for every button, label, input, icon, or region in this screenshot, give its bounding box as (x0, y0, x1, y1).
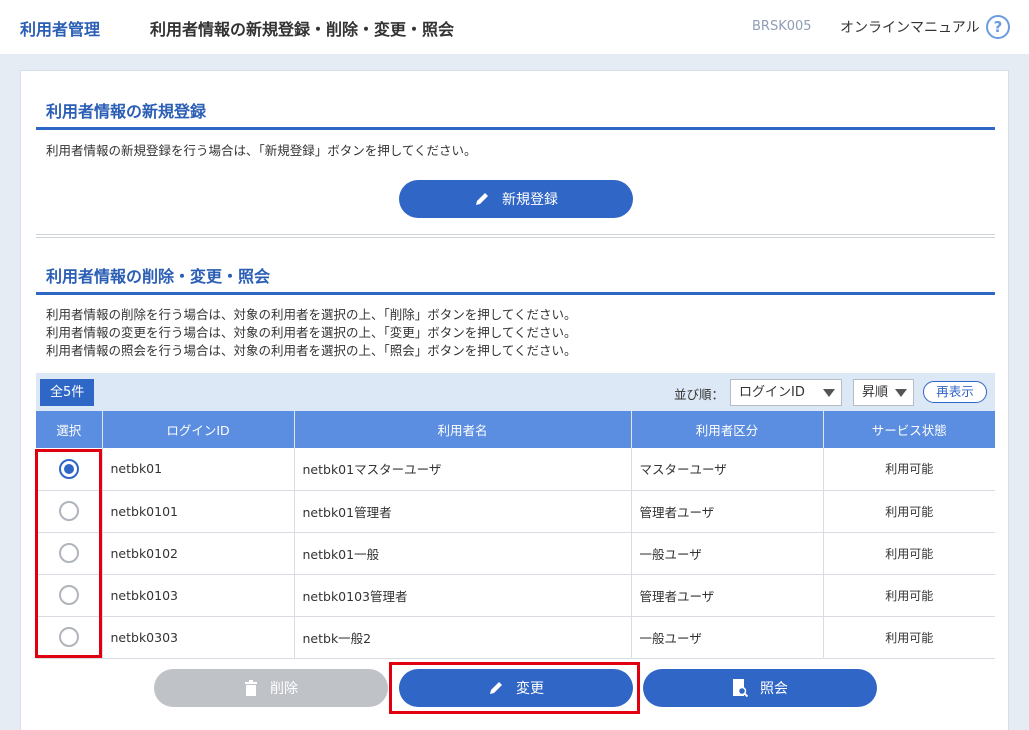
user-type-cell: 一般ユーザ (631, 616, 824, 659)
select-cell (36, 532, 103, 575)
section-divider (36, 234, 995, 238)
user-table: 選択 ログインID 利用者名 利用者区分 サービス状態 netbk01 netb… (36, 411, 995, 659)
sort-field-select[interactable]: ログインID (730, 379, 842, 406)
table-header-row: 選択 ログインID 利用者名 利用者区分 サービス状態 (36, 411, 995, 448)
col-header-select: 選択 (36, 411, 103, 448)
col-header-user-type: 利用者区分 (631, 411, 824, 448)
select-radio[interactable] (58, 585, 79, 605)
page-header: 利用者管理 利用者情報の新規登録・削除・変更・照会 BRSK005 オンラインマ… (0, 0, 1029, 54)
manage-description: 利用者情報の削除を行う場合は、対象の利用者を選択の上、「削除」ボタンを押してくだ… (46, 306, 577, 360)
table-row[interactable]: netbk0101 netbk01管理者 管理者ユーザ 利用可能 (36, 490, 995, 533)
change-instruction: 利用者情報の変更を行う場合は、対象の利用者を選択の上、「変更」ボタンを押してくだ… (46, 325, 577, 340)
manage-section-title: 利用者情報の削除・変更・照会 (46, 267, 271, 286)
new-register-label: 新規登録 (502, 192, 558, 208)
service-status-cell: 利用可能 (823, 616, 995, 659)
chevron-down-icon (895, 389, 907, 397)
sort-label: 並び順： (674, 387, 725, 402)
user-name-cell: netbk01一般 (294, 532, 632, 575)
select-cell (36, 490, 103, 533)
table-row[interactable]: netbk0102 netbk01一般 一般ユーザ 利用可能 (36, 532, 995, 575)
inquiry-button[interactable]: 照会 (643, 669, 877, 707)
user-type-cell: マスターユーザ (631, 448, 824, 491)
register-section-title: 利用者情報の新規登録 (46, 102, 207, 121)
table-row[interactable]: netbk0303 netbk一般2 一般ユーザ 利用可能 (36, 616, 995, 659)
user-type-cell: 一般ユーザ (631, 532, 824, 575)
change-label: 変更 (516, 681, 544, 697)
select-cell (36, 616, 103, 659)
service-status-cell: 利用可能 (823, 574, 995, 617)
screen-id: BRSK005 (752, 19, 812, 34)
change-button[interactable]: 変更 (399, 669, 633, 707)
user-name-cell: netbk一般2 (294, 616, 632, 659)
inquiry-instruction: 利用者情報の照会を行う場合は、対象の利用者を選択の上、「照会」ボタンを押してくだ… (46, 343, 577, 358)
sort-field-value: ログインID (739, 385, 805, 400)
refresh-button[interactable]: 再表示 (923, 381, 987, 403)
inquiry-label: 照会 (760, 681, 788, 697)
delete-label: 削除 (270, 681, 298, 697)
online-manual-link[interactable]: オンラインマニュアル (840, 17, 980, 37)
login-id-cell: netbk0303 (102, 616, 295, 659)
manage-section-underline (36, 292, 995, 295)
user-type-cell: 管理者ユーザ (631, 574, 824, 617)
trash-icon (244, 680, 258, 696)
login-id-cell: netbk0103 (102, 574, 295, 617)
register-section-underline (36, 127, 995, 130)
sort-order-value: 昇順 (862, 385, 889, 400)
select-cell (36, 448, 103, 491)
delete-instruction: 利用者情報の削除を行う場合は、対象の利用者を選択の上、「削除」ボタンを押してくだ… (46, 307, 577, 322)
delete-button[interactable]: 削除 (154, 669, 388, 707)
pencil-icon (474, 191, 490, 207)
table-row[interactable]: netbk0103 netbk0103管理者 管理者ユーザ 利用可能 (36, 574, 995, 617)
section-title: 利用者管理 (20, 20, 101, 39)
select-radio[interactable] (58, 458, 79, 479)
login-id-cell: netbk0102 (102, 532, 295, 575)
help-icon[interactable]: ? (986, 15, 1010, 39)
select-radio[interactable] (58, 543, 79, 563)
service-status-cell: 利用可能 (823, 490, 995, 533)
select-radio[interactable] (58, 501, 79, 521)
col-header-login-id: ログインID (102, 411, 295, 448)
user-type-cell: 管理者ユーザ (631, 490, 824, 533)
chevron-down-icon (823, 389, 835, 397)
select-radio[interactable] (58, 627, 79, 647)
login-id-cell: netbk0101 (102, 490, 295, 533)
page-title: 利用者情報の新規登録・削除・変更・照会 (150, 20, 455, 39)
user-name-cell: netbk0103管理者 (294, 574, 632, 617)
register-description: 利用者情報の新規登録を行う場合は、「新規登録」ボタンを押してください。 (46, 143, 477, 158)
list-toolbar: 全5件 並び順： ログインID 昇順 再表示 (36, 373, 995, 411)
select-cell (36, 574, 103, 617)
user-name-cell: netbk01マスターユーザ (294, 448, 632, 491)
main-panel: 利用者情報の新規登録 利用者情報の新規登録を行う場合は、「新規登録」ボタンを押し… (20, 70, 1009, 730)
user-name-cell: netbk01管理者 (294, 490, 632, 533)
service-status-cell: 利用可能 (823, 448, 995, 491)
service-status-cell: 利用可能 (823, 532, 995, 575)
col-header-service-status: サービス状態 (823, 411, 995, 448)
pencil-icon (488, 680, 504, 696)
new-register-button[interactable]: 新規登録 (399, 180, 633, 218)
total-count-badge: 全5件 (40, 379, 95, 406)
document-search-icon (732, 679, 748, 697)
sort-order-select[interactable]: 昇順 (853, 379, 914, 406)
table-row[interactable]: netbk01 netbk01マスターユーザ マスターユーザ 利用可能 (36, 448, 995, 491)
col-header-user-name: 利用者名 (294, 411, 632, 448)
login-id-cell: netbk01 (102, 448, 295, 491)
